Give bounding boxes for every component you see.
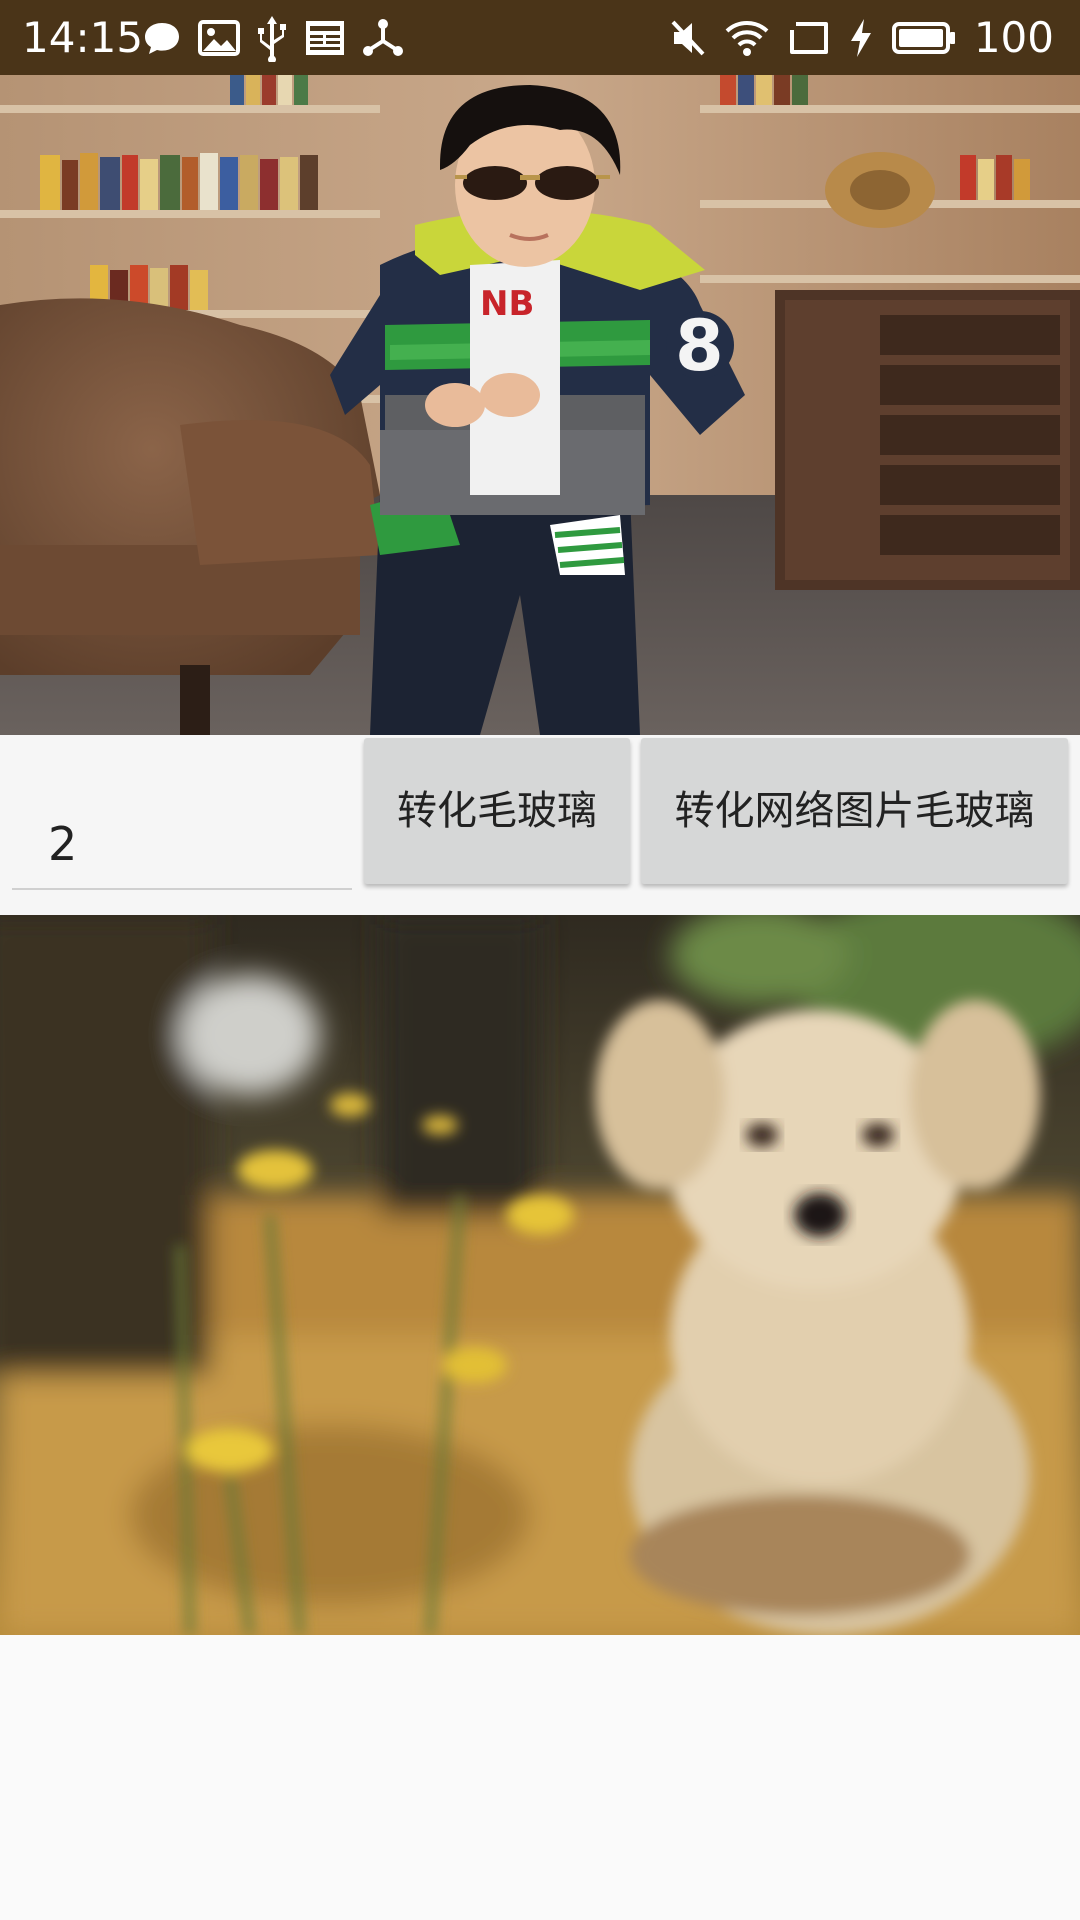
image-icon: [198, 18, 240, 58]
battery-percentage: 100: [973, 13, 1054, 62]
convert-network-image-blur-button[interactable]: 转化网络图片毛玻璃: [641, 738, 1068, 884]
news-icon: [304, 18, 346, 58]
svg-text:8: 8: [675, 305, 724, 387]
blur-radius-input[interactable]: [12, 800, 352, 890]
charging-bolt-icon: [848, 17, 874, 59]
boy-in-sunglasses-photo: NB 8: [0, 75, 1080, 735]
mute-icon: [670, 18, 706, 58]
svg-text:NB: NB: [480, 284, 534, 324]
share-node-icon: [362, 18, 404, 58]
empty-content-area: [0, 1635, 1080, 1920]
wifi-icon: [724, 18, 770, 58]
cast-screen-icon: [788, 20, 830, 56]
convert-blur-button[interactable]: 转化毛玻璃: [364, 738, 630, 884]
notification-icons: [142, 14, 404, 62]
battery-icon: [891, 21, 956, 55]
app-screen: 14:15 100 NB 8 2 转化毛玻璃 转化网络图片毛玻璃: [0, 0, 1080, 1920]
blurred-puppy-photo: [0, 915, 1080, 1635]
status-time: 14:15: [22, 13, 144, 62]
system-icons: 100: [670, 10, 1054, 65]
usb-icon: [256, 14, 288, 62]
chat-bubble-icon: [142, 18, 182, 58]
status-bar: 14:15 100: [0, 0, 1080, 75]
